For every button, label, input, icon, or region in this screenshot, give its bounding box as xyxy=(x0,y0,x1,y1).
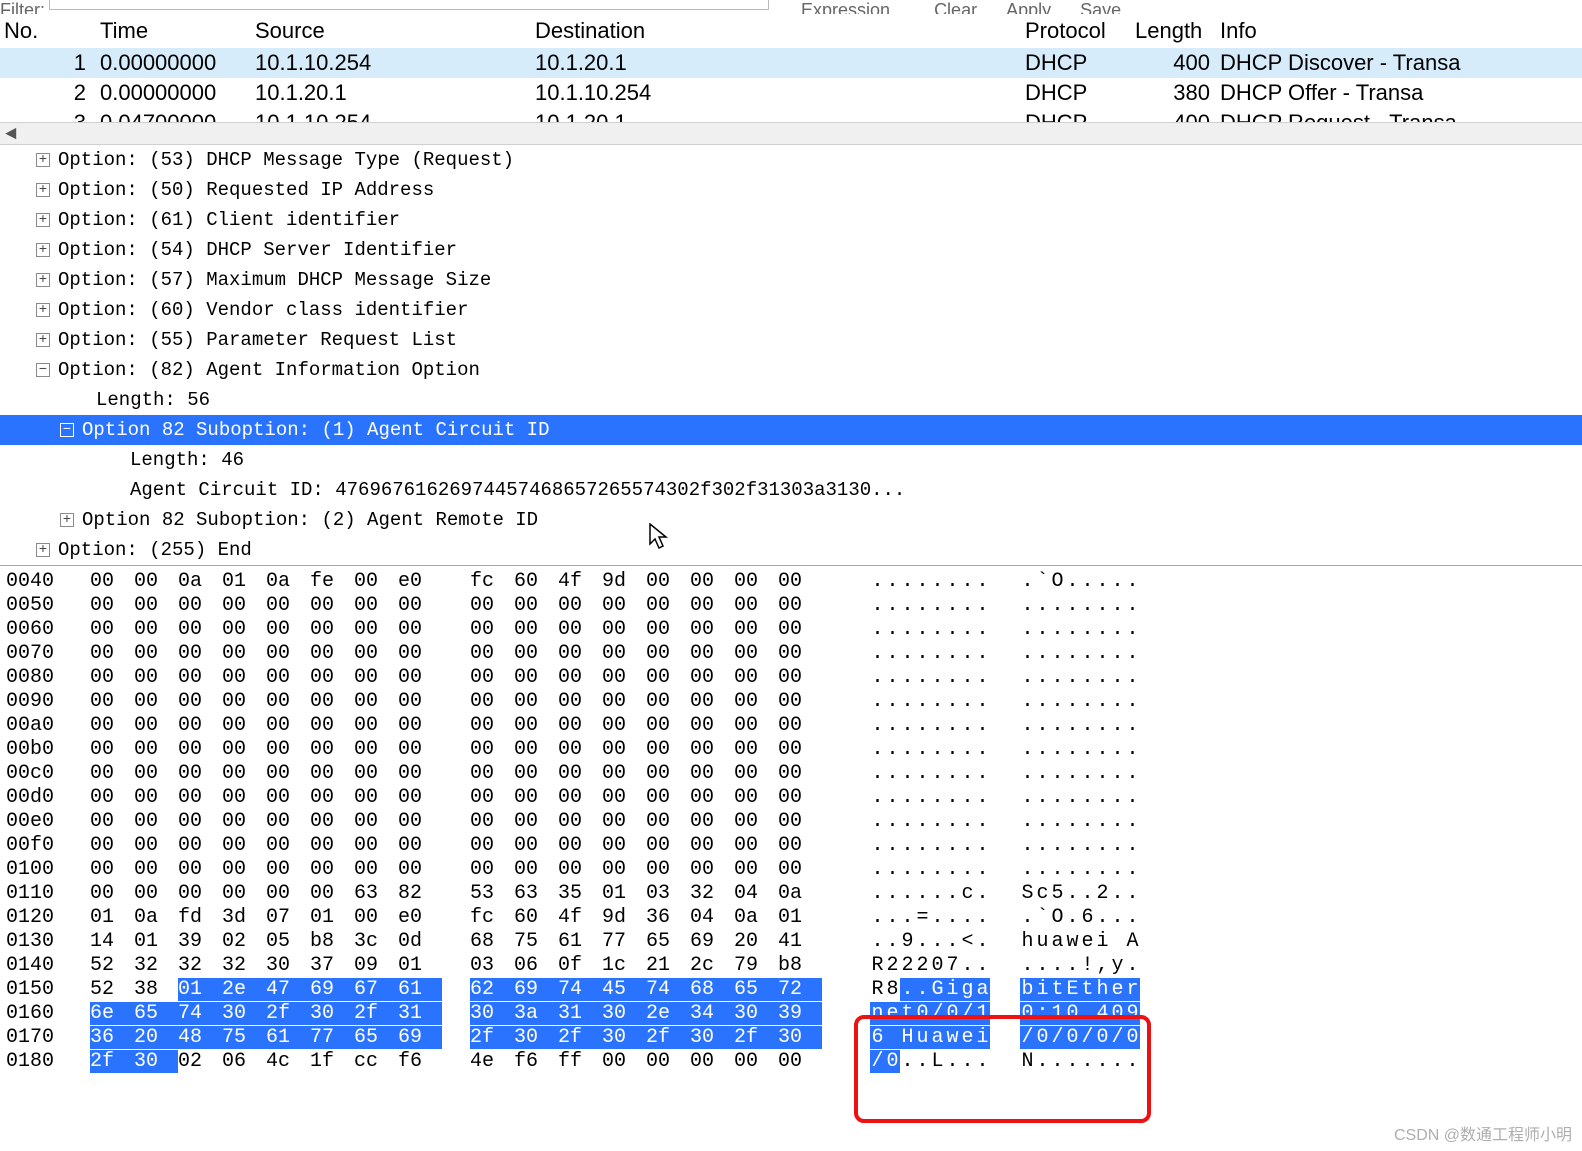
filter-bar: Filter: Expression... Clear Apply Save xyxy=(0,0,1582,14)
tree-label: Option: (50) Requested IP Address xyxy=(58,179,434,201)
expand-icon[interactable]: + xyxy=(36,213,50,227)
col-length[interactable]: Length xyxy=(1135,18,1220,44)
hex-row[interactable]: 0120010afd3d070100e0fc604f9d36040a01...=… xyxy=(0,906,1582,930)
col-destination[interactable]: Destination xyxy=(535,18,1025,44)
filter-expression-link[interactable]: Expression... xyxy=(801,0,905,14)
hex-row[interactable]: 017036204875617765692f302f302f302f306 Hu… xyxy=(0,1026,1582,1050)
hex-row[interactable]: 00b000000000000000000000000000000000....… xyxy=(0,738,1582,762)
col-info[interactable]: Info xyxy=(1220,18,1582,44)
tree-item[interactable]: −Option: (82) Agent Information Option xyxy=(0,355,1582,385)
hex-row[interactable]: 005000000000000000000000000000000000....… xyxy=(0,594,1582,618)
hex-row[interactable]: 01505238012e476967616269744574686572R8..… xyxy=(0,978,1582,1002)
tree-item[interactable]: + Option: (60) Vendor class identifier xyxy=(0,295,1582,325)
packet-details[interactable]: + Option: (53) DHCP Message Type (Request… xyxy=(0,145,1582,565)
hex-row[interactable]: 00d000000000000000000000000000000000....… xyxy=(0,786,1582,810)
filter-label: Filter: xyxy=(0,0,45,14)
tree-label: Option: (60) Vendor class identifier xyxy=(58,299,468,321)
filter-clear-link[interactable]: Clear xyxy=(934,0,977,14)
expand-icon[interactable]: + xyxy=(36,273,50,287)
tree-item[interactable]: −Option 82 Suboption: (1) Agent Circuit … xyxy=(0,415,1582,445)
tree-item[interactable]: + Option: (55) Parameter Request List xyxy=(0,325,1582,355)
tree-item[interactable]: Length: 56 xyxy=(0,385,1582,415)
tree-label: Length: 46 xyxy=(130,449,244,471)
hex-row[interactable]: 007000000000000000000000000000000000....… xyxy=(0,642,1582,666)
hex-row[interactable]: 009000000000000000000000000000000000....… xyxy=(0,690,1582,714)
tree-item[interactable]: + Option: (53) DHCP Message Type (Request… xyxy=(0,145,1582,175)
expand-icon[interactable]: + xyxy=(60,513,74,527)
tree-item[interactable]: + Option: (54) DHCP Server Identifier xyxy=(0,235,1582,265)
hex-row[interactable]: 008000000000000000000000000000000000....… xyxy=(0,666,1582,690)
tree-label: Option: (57) Maximum DHCP Message Size xyxy=(58,269,491,291)
filter-apply-link[interactable]: Apply xyxy=(1006,0,1051,14)
packet-row[interactable]: 10.0000000010.1.10.25410.1.20.1DHCP400DH… xyxy=(0,48,1582,78)
tree-item[interactable]: + Option: (50) Requested IP Address xyxy=(0,175,1582,205)
col-source[interactable]: Source xyxy=(255,18,535,44)
tree-label: Option: (55) Parameter Request List xyxy=(58,329,457,351)
hex-row[interactable]: 0140523232323037090103060f1c212c79b8R222… xyxy=(0,954,1582,978)
hex-row[interactable]: 010000000000000000000000000000000000....… xyxy=(0,858,1582,882)
col-time[interactable]: Time xyxy=(100,18,255,44)
tree-label: Length: 56 xyxy=(96,389,210,411)
tree-label: Option 82 Suboption: (1) Agent Circuit I… xyxy=(82,419,549,441)
col-protocol[interactable]: Protocol xyxy=(1025,18,1135,44)
tree-label: Option: (255) End xyxy=(58,539,252,561)
expand-icon[interactable]: + xyxy=(36,243,50,257)
horizontal-scrollbar[interactable]: ◄ xyxy=(0,122,1582,144)
tree-item[interactable]: + Option: (255) End xyxy=(0,535,1582,565)
hex-dump[interactable]: 004000000a010afe00e0fc604f9d00000000....… xyxy=(0,566,1582,1074)
hex-row[interactable]: 006000000000000000000000000000000000....… xyxy=(0,618,1582,642)
scroll-left-icon[interactable]: ◄ xyxy=(0,123,22,144)
hex-row[interactable]: 00e000000000000000000000000000000000....… xyxy=(0,810,1582,834)
hex-row[interactable]: 01606e6574302f302f31303a31302e343039net0… xyxy=(0,1002,1582,1026)
filter-save-link[interactable]: Save xyxy=(1080,0,1121,14)
expand-icon[interactable]: + xyxy=(36,543,50,557)
expand-icon[interactable]: + xyxy=(36,303,50,317)
packet-row[interactable]: 30.0470000010.1.10.25410.1.20.1DHCP400DH… xyxy=(0,108,1582,122)
hex-row[interactable]: 00c000000000000000000000000000000000....… xyxy=(0,762,1582,786)
tree-label: Option: (53) DHCP Message Type (Request) xyxy=(58,149,514,171)
tree-item[interactable]: + Option: (57) Maximum DHCP Message Size xyxy=(0,265,1582,295)
tree-label: Agent Circuit ID: 4769676162697445746865… xyxy=(130,479,905,501)
tree-label: Option: (61) Client identifier xyxy=(58,209,400,231)
hex-row[interactable]: 01301401390205b83c0d6875617765692041..9.… xyxy=(0,930,1582,954)
filter-input[interactable] xyxy=(49,0,769,10)
tree-item[interactable]: + Option 82 Suboption: (2) Agent Remote I… xyxy=(0,505,1582,535)
tree-item[interactable]: Length: 46 xyxy=(0,445,1582,475)
tree-label: Option 82 Suboption: (2) Agent Remote ID xyxy=(82,509,538,531)
tree-item[interactable]: Agent Circuit ID: 4769676162697445746865… xyxy=(0,475,1582,505)
packet-list-header: No. Time Source Destination Protocol Len… xyxy=(0,14,1582,48)
tree-label: Option: (54) DHCP Server Identifier xyxy=(58,239,457,261)
expand-icon[interactable]: + xyxy=(36,153,50,167)
hex-row[interactable]: 01802f3002064c1fccf64ef6ff0000000000/0..… xyxy=(0,1050,1582,1074)
col-no[interactable]: No. xyxy=(0,18,100,44)
expand-icon[interactable]: + xyxy=(36,333,50,347)
hex-row[interactable]: 004000000a010afe00e0fc604f9d00000000....… xyxy=(0,570,1582,594)
collapse-icon[interactable]: − xyxy=(36,363,50,377)
expand-icon[interactable]: + xyxy=(36,183,50,197)
packet-list: No. Time Source Destination Protocol Len… xyxy=(0,14,1582,145)
filter-links: Expression... Clear Apply Save xyxy=(789,0,1133,14)
hex-row[interactable]: 00a000000000000000000000000000000000....… xyxy=(0,714,1582,738)
collapse-icon[interactable]: − xyxy=(60,423,74,437)
watermark: CSDN @数通工程师小明 xyxy=(1394,1121,1572,1145)
hex-row[interactable]: 00f000000000000000000000000000000000....… xyxy=(0,834,1582,858)
hex-row[interactable]: 01100000000000006382536335010332040a....… xyxy=(0,882,1582,906)
tree-item[interactable]: + Option: (61) Client identifier xyxy=(0,205,1582,235)
tree-label: Option: (82) Agent Information Option xyxy=(58,359,480,381)
packet-row[interactable]: 20.0000000010.1.20.110.1.10.254DHCP380DH… xyxy=(0,78,1582,108)
